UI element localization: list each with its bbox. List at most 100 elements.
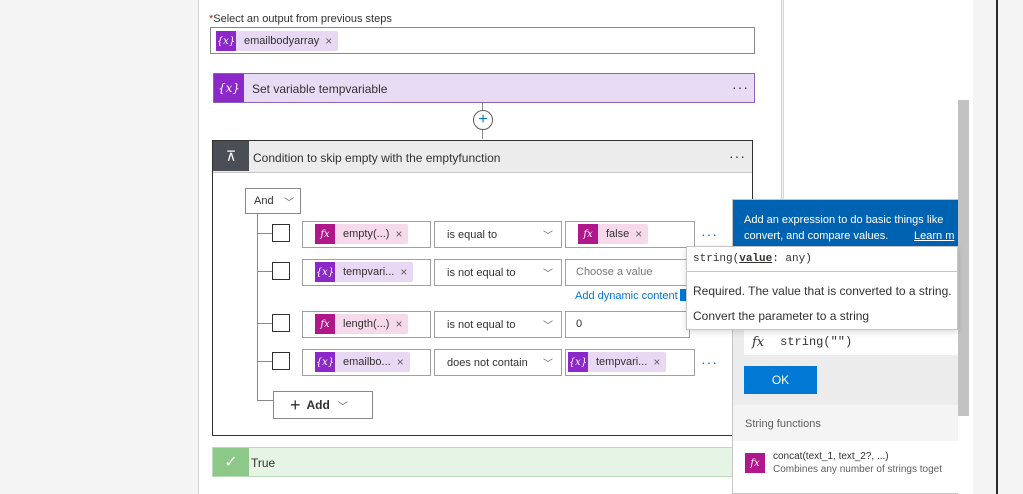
row-checkbox[interactable] (272, 352, 290, 370)
insert-step-plus-icon[interactable]: + (473, 110, 493, 130)
variable-token[interactable]: {x} emailbo... × (315, 352, 410, 372)
row-checkbox[interactable] (272, 224, 290, 242)
row-checkbox[interactable] (272, 262, 290, 280)
chevron-down-icon: ﹀ (543, 321, 553, 332)
expression-input[interactable]: fx string("") (744, 329, 958, 355)
checkmark-icon: ✓ (213, 448, 249, 476)
expression-text: string("") (780, 335, 853, 349)
condition-more-button[interactable]: ··· (729, 148, 746, 164)
function-icon: fx (752, 334, 765, 350)
condition-left-operand[interactable]: {x} emailbo... × (302, 349, 431, 376)
remove-token-icon[interactable]: × (635, 227, 642, 241)
condition-left-operand[interactable]: fx length(...) × (302, 311, 431, 338)
output-selector-field[interactable]: {x} emailbodyarray × (210, 27, 755, 54)
parameter-description: Required. The value that is converted to… (693, 284, 952, 298)
function-signature-tooltip: string(value: any) Required. The value t… (686, 246, 958, 330)
function-icon: fx (578, 224, 598, 244)
variable-icon: {x} (214, 74, 244, 102)
set-variable-more-button[interactable]: ··· (732, 79, 749, 95)
remove-token-icon[interactable]: × (395, 227, 402, 241)
group-operator-value: And (254, 195, 274, 207)
operator-select[interactable]: is not equal to ﹀ (434, 259, 562, 286)
row-more-button[interactable]: ··· (701, 354, 718, 370)
function-token[interactable]: fx length(...) × (315, 314, 409, 334)
token-label: emailbo... (343, 356, 391, 368)
chevron-down-icon: ﹀ (543, 231, 553, 242)
add-condition-button[interactable]: + Add ﹀ (273, 391, 373, 419)
condition-icon: ⊼ (213, 141, 249, 171)
function-signature: string(value: any) (693, 253, 812, 265)
operator-select[interactable]: is not equal to ﹀ (434, 311, 562, 338)
function-icon: fx (315, 224, 335, 244)
variable-icon: {x} (216, 31, 236, 51)
condition-title: Condition to skip empty with the emptyfu… (253, 151, 501, 165)
variable-icon: {x} (315, 262, 335, 282)
operator-select[interactable]: is equal to ﹀ (434, 221, 562, 248)
operator-value: is not equal to (447, 266, 516, 279)
add-label: Add (306, 398, 330, 412)
row-more-button[interactable]: ··· (701, 226, 718, 242)
function-description: Combines any number of strings toget (773, 464, 942, 475)
variable-token[interactable]: {x} tempvari... × (568, 352, 667, 372)
ok-button[interactable]: OK (744, 366, 817, 394)
value-input[interactable]: Choose a value (565, 259, 690, 286)
group-operator-select[interactable]: And ﹀ (245, 188, 301, 214)
function-description: Convert the parameter to a string (693, 309, 870, 323)
chevron-down-icon: ﹀ (543, 269, 553, 280)
token-label: length(...) (343, 318, 390, 330)
operator-value: is equal to (447, 228, 498, 241)
learn-more-link[interactable]: Learn m (914, 228, 954, 244)
function-list-item[interactable]: fx concat(text_1, text_2?, ...) Combines… (733, 445, 958, 485)
remove-token-icon[interactable]: × (395, 317, 402, 331)
token-label: false (606, 228, 630, 240)
condition-right-operand[interactable]: fx false × (565, 221, 695, 248)
add-dynamic-content-link[interactable]: Add dynamic content (575, 290, 678, 302)
output-token-label: emailbodyarray (244, 35, 320, 47)
condition-right-operand[interactable]: {x} tempvari... × (565, 349, 695, 376)
token-label: tempvari... (343, 266, 395, 278)
function-icon: fx (745, 453, 765, 473)
condition-header[interactable]: ⊼ Condition to skip empty with the empty… (213, 141, 752, 173)
remove-token-icon[interactable]: × (325, 34, 332, 48)
set-variable-title: Set variable tempvariable (252, 82, 388, 96)
true-branch[interactable]: ✓ True (212, 447, 753, 477)
tree-line-branch (257, 323, 272, 324)
tree-line-branch (257, 271, 272, 272)
row-checkbox[interactable] (272, 314, 290, 332)
output-selector-label: *Select an output from previous steps (209, 13, 392, 25)
output-token[interactable]: {x} emailbodyarray × (216, 31, 339, 51)
true-branch-label: True (251, 456, 276, 470)
function-token[interactable]: fx false × (578, 224, 649, 244)
remove-token-icon[interactable]: × (653, 355, 660, 369)
tree-line-vertical (257, 214, 258, 400)
chevron-down-icon: ﹀ (284, 197, 294, 209)
string-functions-header: String functions (733, 405, 958, 441)
token-label: tempvari... (596, 356, 648, 368)
variable-icon: {x} (568, 352, 588, 372)
divider (687, 271, 957, 272)
expression-info: Add an expression to do basic things lik… (733, 200, 958, 250)
condition-left-operand[interactable]: fx empty(...) × (302, 221, 431, 248)
token-label: empty(...) (343, 228, 390, 240)
tree-line-branch (257, 400, 273, 401)
operator-select[interactable]: does not contain ﹀ (434, 349, 562, 376)
operator-value: is not equal to (447, 318, 516, 331)
tree-line-branch (257, 361, 272, 362)
remove-token-icon[interactable]: × (400, 265, 407, 279)
variable-token[interactable]: {x} tempvari... × (315, 262, 414, 282)
remove-token-icon[interactable]: × (397, 355, 404, 369)
variable-icon: {x} (315, 352, 335, 372)
condition-left-operand[interactable]: {x} tempvari... × (302, 259, 431, 286)
function-icon: fx (315, 314, 335, 334)
scrollbar-thumb[interactable] (958, 100, 969, 416)
operator-value: does not contain (447, 356, 528, 369)
chevron-down-icon: ﹀ (543, 359, 553, 370)
function-name: concat(text_1, text_2?, ...) (773, 451, 889, 462)
set-variable-action[interactable]: {x} Set variable tempvariable ··· (213, 73, 755, 103)
window-edge (996, 0, 998, 494)
chevron-down-icon: ﹀ (337, 401, 348, 413)
function-token[interactable]: fx empty(...) × (315, 224, 409, 244)
plus-icon: + (290, 394, 301, 415)
expression-panel: Add an expression to do basic things lik… (732, 199, 958, 494)
value-input[interactable]: 0 (565, 311, 690, 338)
